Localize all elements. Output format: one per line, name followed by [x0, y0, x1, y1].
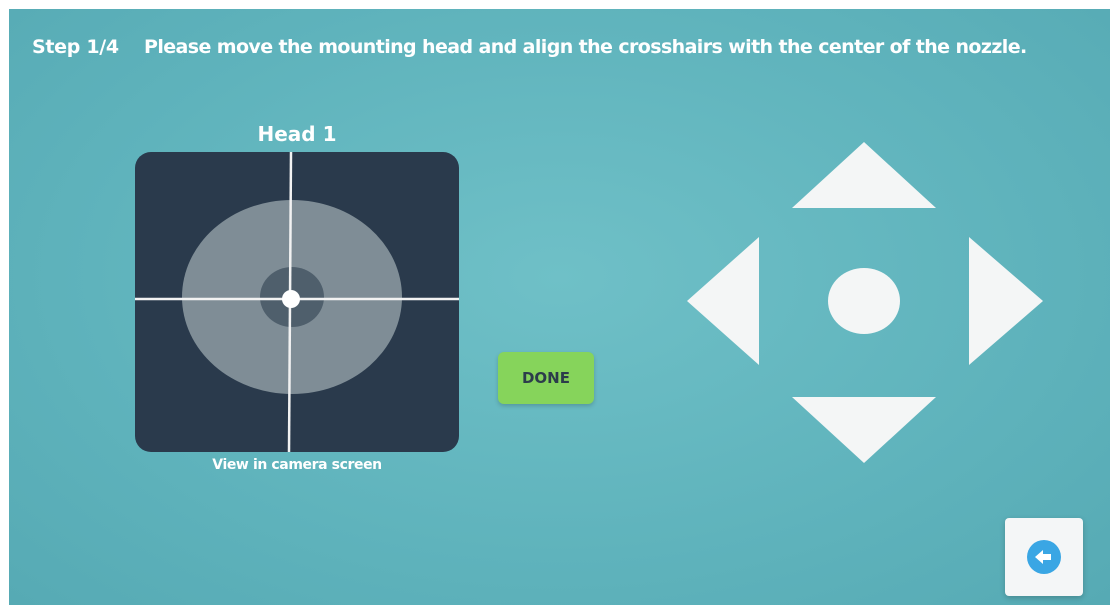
triangle-up-icon [792, 142, 936, 208]
back-icon-circle [1027, 540, 1061, 574]
center-button[interactable] [827, 267, 901, 335]
circle-icon [828, 268, 900, 334]
arrow-left-icon [1035, 550, 1051, 564]
triangle-left-icon [687, 237, 759, 365]
instruction-text: Please move the mounting head and align … [144, 36, 1027, 58]
done-button[interactable]: DONE [498, 352, 594, 404]
move-right-button[interactable] [967, 237, 1043, 365]
move-up-button[interactable] [792, 142, 936, 210]
back-button[interactable] [1005, 518, 1083, 596]
move-left-button[interactable] [687, 237, 761, 365]
camera-view [135, 152, 459, 452]
step-indicator: Step 1/4 [32, 36, 119, 58]
move-down-button[interactable] [792, 395, 936, 463]
head-title: Head 1 [257, 122, 337, 146]
camera-caption: View in camera screen [212, 457, 382, 473]
nozzle-crosshair-graphic [135, 152, 459, 452]
triangle-down-icon [792, 397, 936, 463]
triangle-right-icon [969, 237, 1043, 365]
nozzle-center-dot [282, 290, 300, 308]
screen: Step 1/4 Please move the mounting head a… [9, 9, 1110, 605]
